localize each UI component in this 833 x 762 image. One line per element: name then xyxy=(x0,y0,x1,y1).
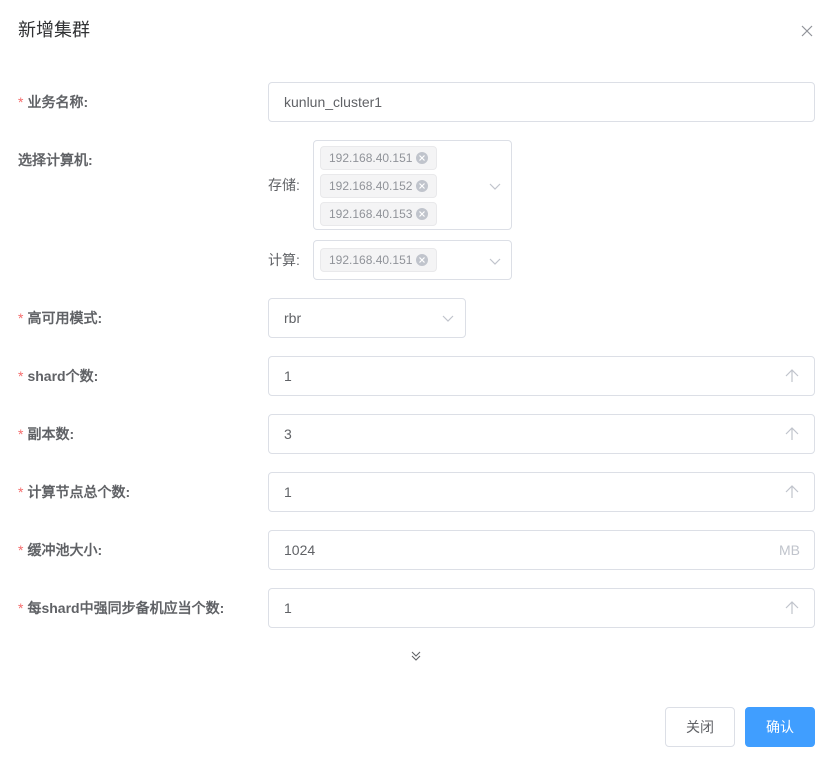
shard-count-input[interactable]: 1 xyxy=(268,356,815,396)
tag-close-icon[interactable] xyxy=(416,208,428,220)
storage-tag: 192.168.40.152 xyxy=(320,174,437,198)
buffer-pool-size-label: * 缓冲池大小: xyxy=(18,540,102,560)
compute-tag-text: 192.168.40.151 xyxy=(329,253,413,267)
storage-tag: 192.168.40.151 xyxy=(320,146,437,170)
compute-node-total-label-text: 计算节点总个数: xyxy=(27,484,131,500)
required-mark: * xyxy=(18,542,24,558)
arrow-up-icon[interactable] xyxy=(784,426,800,442)
ha-mode-select[interactable]: rbr xyxy=(268,298,466,338)
ha-mode-value: rbr xyxy=(284,310,302,326)
ha-mode-label: * 高可用模式: xyxy=(18,308,102,328)
arrow-up-icon[interactable] xyxy=(784,600,800,616)
tag-close-icon[interactable] xyxy=(416,254,428,266)
compute-tag: 192.168.40.151 xyxy=(320,248,437,272)
replica-count-label-text: 副本数: xyxy=(27,426,75,442)
chevron-down-icon xyxy=(489,183,501,190)
storage-tag-text: 192.168.40.153 xyxy=(329,207,413,221)
confirm-button[interactable]: 确认 xyxy=(745,707,815,747)
sync-standby-value: 1 xyxy=(284,600,292,616)
buffer-pool-size-value: 1024 xyxy=(284,542,316,558)
unit-suffix: MB xyxy=(779,542,800,558)
shard-count-value: 1 xyxy=(284,368,292,384)
buffer-pool-size-label-text: 缓冲池大小: xyxy=(27,542,103,558)
shard-count-label: * shard个数: xyxy=(18,366,98,386)
required-mark: * xyxy=(18,600,24,616)
storage-tag-text: 192.168.40.152 xyxy=(329,179,413,193)
compute-select[interactable]: 192.168.40.151 xyxy=(313,240,512,280)
storage-tag: 192.168.40.153 xyxy=(320,202,437,226)
shard-count-label-text: shard个数: xyxy=(27,368,99,384)
double-chevron-down-icon[interactable] xyxy=(409,649,423,663)
replica-count-label: * 副本数: xyxy=(18,424,74,444)
tag-close-icon[interactable] xyxy=(416,180,428,192)
business-name-label: * 业务名称: xyxy=(18,92,88,112)
storage-label: 存储: xyxy=(268,177,300,193)
ha-mode-label-text: 高可用模式: xyxy=(27,310,103,326)
chevron-down-icon xyxy=(442,315,454,322)
arrow-up-icon[interactable] xyxy=(784,484,800,500)
compute-node-total-value: 1 xyxy=(284,484,292,500)
business-name-input[interactable]: kunlun_cluster1 xyxy=(268,82,815,122)
compute-label: 计算: xyxy=(268,252,300,268)
compute-node-total-label: * 计算节点总个数: xyxy=(18,482,130,502)
storage-select[interactable]: 192.168.40.151 192.168.40.152 192.168.40… xyxy=(313,140,512,230)
select-machines-label: 选择计算机: xyxy=(18,152,93,168)
required-mark: * xyxy=(18,426,24,442)
sync-standby-label: * 每shard中强同步备机应当个数: xyxy=(18,598,224,618)
required-mark: * xyxy=(18,94,24,110)
storage-tag-text: 192.168.40.151 xyxy=(329,151,413,165)
business-name-label-text: 业务名称: xyxy=(27,94,89,110)
close-button[interactable]: 关闭 xyxy=(665,707,735,747)
business-name-value: kunlun_cluster1 xyxy=(284,94,383,110)
replica-count-input[interactable]: 3 xyxy=(268,414,815,454)
arrow-up-icon[interactable] xyxy=(784,368,800,384)
required-mark: * xyxy=(18,368,24,384)
required-mark: * xyxy=(18,484,24,500)
chevron-down-icon xyxy=(489,258,501,265)
buffer-pool-size-input[interactable]: 1024 MB xyxy=(268,530,815,570)
dialog-title: 新增集群 xyxy=(18,20,90,40)
replica-count-value: 3 xyxy=(284,426,292,442)
compute-node-total-input[interactable]: 1 xyxy=(268,472,815,512)
tag-close-icon[interactable] xyxy=(416,152,428,164)
sync-standby-input[interactable]: 1 xyxy=(268,588,815,628)
close-icon[interactable] xyxy=(799,23,815,39)
sync-standby-label-text: 每shard中强同步备机应当个数: xyxy=(27,600,225,616)
required-mark: * xyxy=(18,310,24,326)
